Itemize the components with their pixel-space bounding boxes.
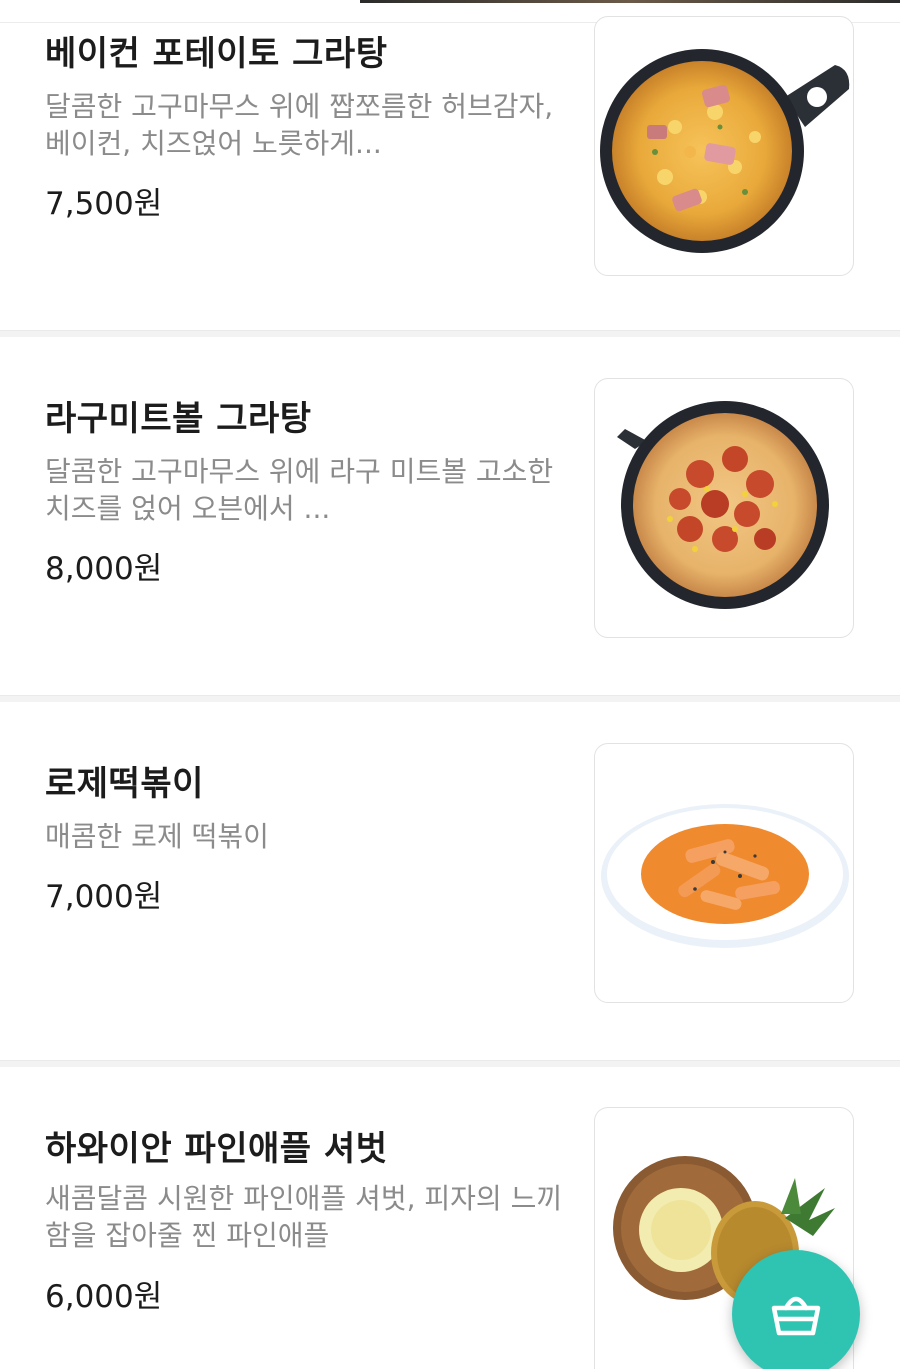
cart-button[interactable] bbox=[732, 1250, 860, 1369]
menu-item-description: 달콤한 고구마무스 위에 짭쪼름한 허브감자,베이컨, 치즈얹어 노릇하게... bbox=[45, 90, 554, 160]
menu-item-image[interactable] bbox=[594, 16, 854, 276]
menu-item-name: 베이컨 포테이토 그라탕 bbox=[45, 34, 388, 74]
menu-item-price: 7,500원 bbox=[45, 186, 163, 222]
shopping-basket-icon bbox=[771, 1296, 821, 1336]
menu-item-description: 달콤한 고구마무스 위에 라구 미트볼 고소한 치즈를 얹어 오븐에서 ... bbox=[45, 455, 554, 525]
menu-item[interactable]: 라구미트볼 그라탕 달콤한 고구마무스 위에 라구 미트볼 고소한 치즈를 얹어… bbox=[0, 337, 900, 695]
menu-item-description: 매콤한 로제 떡볶이 bbox=[45, 820, 269, 853]
menu-item[interactable]: 베이컨 포테이토 그라탕 달콤한 고구마무스 위에 짭쪼름한 허브감자,베이컨,… bbox=[0, 0, 900, 330]
item-divider bbox=[0, 695, 900, 702]
menu-item-image[interactable] bbox=[594, 378, 854, 638]
bacon-potato-gratin-photo bbox=[600, 49, 850, 253]
menu-item-price: 6,000원 bbox=[45, 1279, 163, 1315]
menu-list-page: 베이컨 포테이토 그라탕 달콤한 고구마무스 위에 짭쪼름한 허브감자,베이컨,… bbox=[0, 0, 900, 1369]
menu-item-name: 라구미트볼 그라탕 bbox=[45, 399, 312, 439]
ragu-meatball-gratin-photo bbox=[617, 401, 829, 609]
rose-tteokbokki-photo bbox=[601, 804, 849, 948]
item-divider bbox=[0, 330, 900, 337]
menu-item-image[interactable] bbox=[594, 743, 854, 1003]
menu-item-name: 하와이안 파인애플 셔벗 bbox=[45, 1129, 388, 1169]
item-divider bbox=[0, 1060, 900, 1067]
menu-item-description: 새콤달콤 시원한 파인애플 셔벗, 피자의 느끼함을 잡아줄 찐 파인애플 bbox=[45, 1182, 563, 1252]
menu-item-name: 로제떡볶이 bbox=[45, 764, 204, 804]
menu-item[interactable]: 로제떡볶이 매콤한 로제 떡볶이 7,000원 bbox=[0, 702, 900, 1060]
menu-item-price: 7,000원 bbox=[45, 879, 163, 915]
menu-item-price: 8,000원 bbox=[45, 551, 163, 587]
